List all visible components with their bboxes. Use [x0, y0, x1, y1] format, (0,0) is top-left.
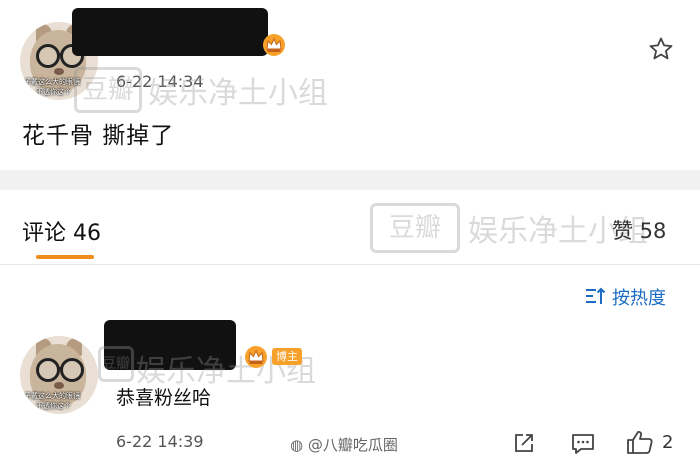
sort-by-hot-button[interactable]: 按热度	[612, 284, 666, 310]
avatar-caption: 子戴这么大的眼镜	[24, 78, 80, 86]
section-divider	[0, 170, 700, 190]
thumbs-up-icon[interactable]	[626, 429, 654, 459]
weibo-watermark: ◍ @八瓣吃瓜圈	[290, 434, 398, 455]
comment-icon[interactable]	[570, 432, 596, 460]
post-body-text: 花千骨 撕掉了	[22, 123, 175, 149]
crown-icon	[244, 345, 268, 369]
avatar-caption: 不透你这个	[36, 402, 71, 410]
share-icon[interactable]	[512, 431, 536, 459]
avatar-glasses-bridge	[57, 53, 63, 56]
douban-watermark-box: 豆瓣	[370, 203, 460, 253]
comment-body-text: 恭喜粉丝哈	[116, 387, 212, 409]
comment-timestamp: 6-22 14:39	[116, 432, 204, 451]
avatar-glasses-right	[60, 358, 84, 382]
group-watermark: 娱乐净土小组	[148, 76, 328, 111]
avatar-caption: 不透你这个	[36, 88, 71, 96]
tab-likes[interactable]: 赞 58	[612, 215, 666, 245]
star-icon[interactable]	[648, 36, 674, 66]
douban-watermark-box: 豆瓣	[98, 346, 134, 382]
redacted-username	[72, 8, 268, 56]
sort-icon[interactable]	[584, 286, 606, 310]
commenter-avatar[interactable]: 子戴这么大的眼镜 不透你这个	[20, 336, 98, 414]
avatar-glasses-left	[36, 44, 60, 68]
avatar-glasses-bridge	[57, 367, 63, 370]
author-badge: 博主	[272, 348, 302, 365]
avatar-glasses-left	[36, 358, 60, 382]
like-count: 2	[662, 432, 674, 453]
weibo-watermark-text: @八瓣吃瓜圈	[307, 436, 398, 454]
tab-active-indicator	[36, 255, 94, 259]
crown-icon	[262, 33, 286, 57]
douban-watermark-box: 豆瓣	[74, 67, 142, 113]
header-divider-line	[0, 264, 700, 265]
tab-comments[interactable]: 评论 46	[22, 215, 101, 247]
avatar-nose	[54, 68, 64, 75]
weibo-logo-icon: ◍	[290, 436, 304, 454]
avatar-caption: 子戴这么大的眼镜	[24, 392, 80, 400]
avatar-nose	[54, 382, 64, 389]
